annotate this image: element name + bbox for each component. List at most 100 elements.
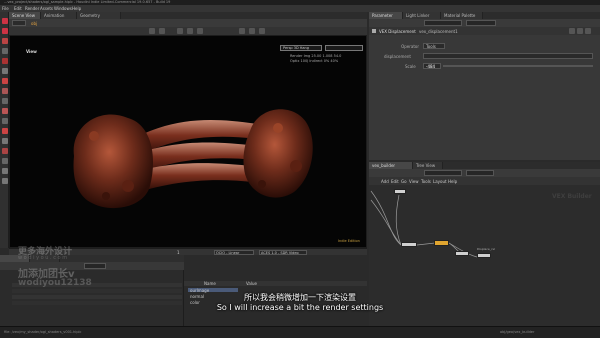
params-path-bar	[369, 19, 600, 27]
menu-render[interactable]: Render	[25, 6, 39, 11]
display-tool-icon[interactable]	[1, 168, 8, 174]
menu-edit[interactable]: Edit	[14, 6, 22, 11]
operator-value: Tools	[426, 43, 436, 49]
network-menu-go[interactable]: Go	[401, 179, 407, 184]
tab-scene-view[interactable]: Scene View	[9, 12, 41, 19]
select-tool-icon[interactable]	[1, 18, 8, 24]
network-menu-tools[interactable]: Tools	[421, 179, 431, 184]
network-node-field[interactable]	[466, 170, 494, 176]
viewer-path-bar: obj	[9, 19, 367, 27]
network-menu-add[interactable]: Add	[381, 179, 389, 184]
camera-icon[interactable]	[249, 28, 255, 34]
menu-bar: File Edit Render Assets Windows Help	[0, 5, 600, 12]
operator-field[interactable]: Tools	[423, 43, 445, 49]
path-label[interactable]: obj	[31, 21, 37, 26]
network-node[interactable]	[394, 189, 406, 194]
subtitle-zh: 所以我会稍微增加一下渲染设置	[244, 293, 356, 302]
network-node[interactable]	[455, 251, 469, 256]
tab-vex-builder[interactable]: vex_builder	[369, 162, 413, 169]
viewport[interactable]: View Persp 3D Hang Render Img 25.00 1.00…	[9, 35, 367, 248]
snap-tool-icon[interactable]	[1, 98, 8, 104]
network-menu-layout[interactable]: Layout	[433, 179, 447, 184]
info-icon[interactable]	[585, 28, 591, 34]
rotate-tool-icon[interactable]	[1, 38, 8, 44]
light-tool-icon[interactable]	[1, 128, 8, 134]
tab-light-linker[interactable]: Light Linker	[403, 12, 441, 19]
watermark-line-4: wodiyou12138	[18, 278, 92, 288]
gear-icon[interactable]	[569, 28, 575, 34]
back-button[interactable]	[12, 20, 26, 26]
menu-file[interactable]: File	[2, 6, 9, 11]
brush-tool-icon[interactable]	[1, 118, 8, 124]
tab-tree-view[interactable]: Tree View	[413, 162, 443, 169]
camera-tool-icon[interactable]	[1, 138, 8, 144]
params-node-type: VEX Displacement	[379, 28, 416, 34]
param-label-displacement: displacement	[384, 54, 411, 59]
view-tool-icon[interactable]	[1, 88, 8, 94]
node-label: Displace_rsl	[477, 247, 495, 251]
view-transform-field[interactable]: ACES 1.0 - SDR Video	[259, 250, 307, 255]
params-node-field[interactable]	[466, 20, 496, 26]
left-toolbar	[0, 12, 9, 248]
view-transform-label: ACES 1.0 - SDR Video	[261, 250, 299, 255]
displacement-field[interactable]	[423, 53, 593, 59]
scale-field[interactable]: -484	[423, 63, 441, 69]
tab-parameter[interactable]: Parameter	[369, 12, 403, 19]
tab-material-palette[interactable]: Material Palette	[441, 12, 483, 19]
displace-node[interactable]	[434, 240, 449, 246]
param-label-scale: Scale	[405, 64, 416, 69]
params-node-header: VEX Displacement vex_displacement1	[369, 27, 600, 35]
status-left: file: /vex/my_shader/ogl_shaders_v001.hi…	[4, 330, 82, 334]
grid-tool-icon[interactable]	[1, 158, 8, 164]
network-menu-view[interactable]: View	[409, 179, 419, 184]
watermark-line-2: w o d i y o u . c o m	[18, 255, 68, 261]
network-path-field[interactable]	[424, 170, 462, 176]
subtitle-en: So I will increase a bit the render sett…	[216, 303, 384, 312]
tab-geometry-spreadsheet[interactable]: Geometry Spreadsheet	[77, 12, 121, 25]
menu-help[interactable]: Help	[72, 6, 81, 11]
wire-icon[interactable]	[177, 28, 183, 34]
network-menu-bar: Add Edit Go View Tools Layout Help	[369, 177, 600, 185]
scale-value: -484	[426, 63, 436, 69]
network-node[interactable]	[401, 242, 417, 247]
scale-slider[interactable]	[443, 65, 593, 67]
menu-windows[interactable]: Windows	[54, 6, 72, 11]
params-tab-bar: Parameter Light Linker Material Palette	[369, 12, 600, 19]
output-node[interactable]	[477, 253, 491, 258]
indie-edition-label: Indie Edition	[338, 239, 360, 243]
handle-tool-icon[interactable]	[1, 58, 8, 64]
render-icon[interactable]	[259, 28, 265, 34]
layout-tool-icon[interactable]	[1, 178, 8, 184]
ocio-field-label: OCIO - Linear	[216, 250, 240, 255]
status-right: obj/geo/vex_builder	[500, 330, 535, 334]
transform-tool-icon[interactable]	[1, 28, 8, 34]
tab-animation-editor[interactable]: Animation Editor	[41, 12, 77, 25]
params-path-field[interactable]	[424, 20, 462, 26]
light-icon[interactable]	[197, 28, 203, 34]
snap-icon[interactable]	[149, 28, 155, 34]
help-icon[interactable]	[577, 28, 583, 34]
network-menu-edit[interactable]: Edit	[391, 179, 399, 184]
rendered-chocolate-object	[73, 109, 313, 209]
params-body: Operator Tools displacement Scale -484	[369, 35, 600, 160]
paint-tool-icon[interactable]	[1, 78, 8, 84]
network-menu-help[interactable]: Help	[448, 179, 457, 184]
spreadsheet-header: Name Value	[184, 281, 367, 286]
render-tool-icon[interactable]	[1, 148, 8, 154]
pose-tool-icon[interactable]	[1, 68, 8, 74]
network-path-bar	[369, 169, 600, 177]
menu-assets[interactable]: Assets	[40, 6, 53, 11]
network-tab-bar: vex_builder Tree View	[369, 162, 600, 169]
params-node-name: vex_displacement1	[419, 28, 458, 34]
view-icon[interactable]	[159, 28, 165, 34]
display-options-icon[interactable]	[239, 28, 245, 34]
shade-icon[interactable]	[187, 28, 193, 34]
magnet-tool-icon[interactable]	[1, 108, 8, 114]
scale-tool-icon[interactable]	[1, 48, 8, 54]
viewer-tab-bar: Scene View Animation Editor Geometry Spr…	[9, 12, 367, 25]
ocio-field[interactable]: OCIO - Linear	[214, 250, 254, 255]
status-bar: file: /vex/my_shader/ogl_shaders_v001.hi…	[0, 326, 600, 338]
param-label-operator: Operator	[401, 44, 419, 49]
column-name: Name	[204, 281, 216, 286]
overlay-watermark: 更多海外设计 w o d i y o u . c o m 加添加团长v wodi…	[18, 244, 108, 292]
